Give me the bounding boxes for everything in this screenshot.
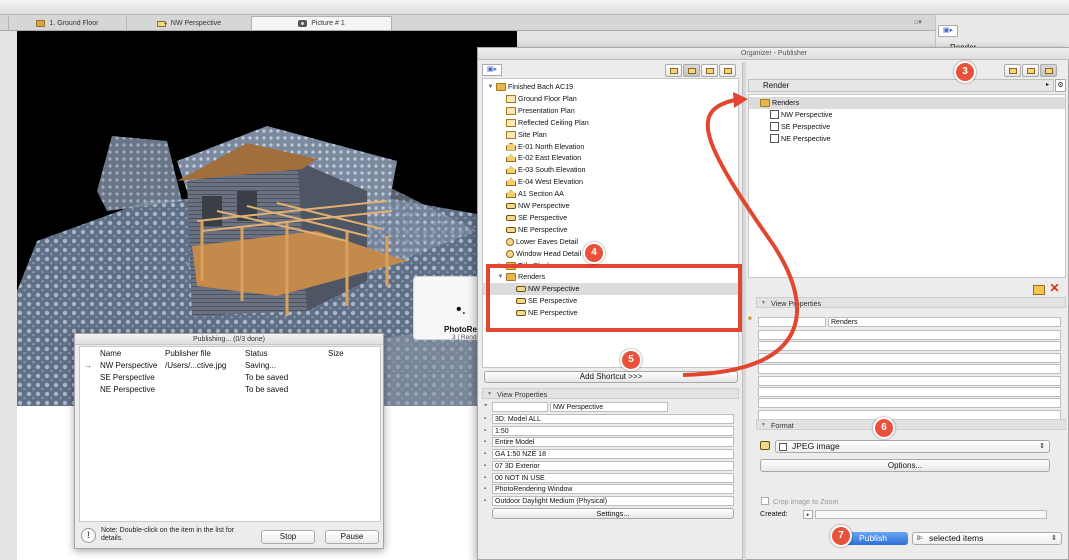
callout-4: 4	[583, 242, 605, 264]
drag-arrow-head	[733, 92, 748, 108]
callout-6: 6	[873, 417, 895, 439]
highlight-box	[486, 264, 742, 332]
callout-7: 7	[830, 525, 852, 547]
drag-arrow	[682, 98, 799, 377]
callout-5: 5	[620, 349, 642, 371]
annotation-overlay	[486, 92, 799, 377]
callout-3: 3	[954, 61, 976, 83]
